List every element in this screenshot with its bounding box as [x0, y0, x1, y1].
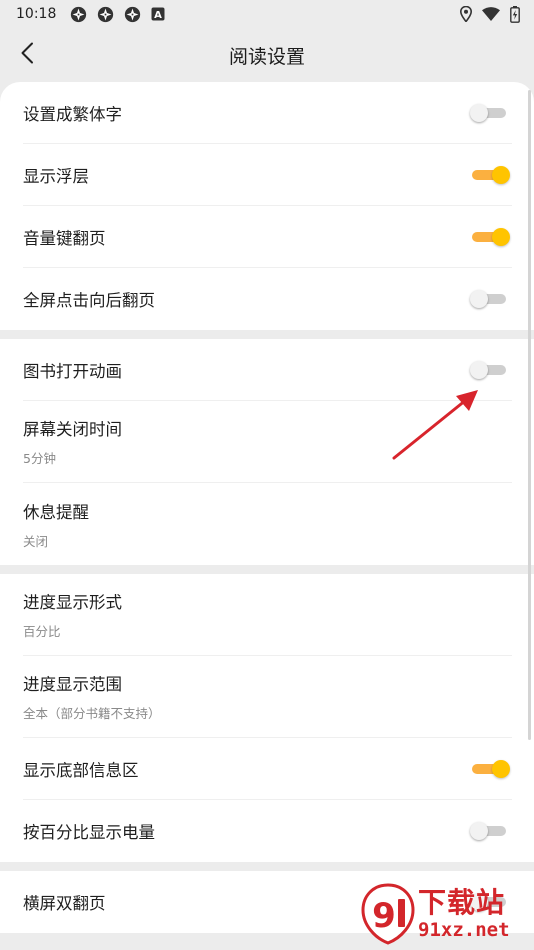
status-right: [460, 5, 520, 23]
settings-row[interactable]: 进度显示形式 百分比: [23, 574, 512, 656]
app-a-icon: A: [151, 7, 165, 21]
toggle-switch[interactable]: [472, 759, 510, 778]
toggle-knob: [470, 822, 488, 840]
settings-row[interactable]: 显示底部信息区: [23, 738, 512, 800]
chevron-left-icon: [20, 42, 34, 68]
spinner-icon: [97, 6, 114, 23]
group-divider: [0, 565, 534, 574]
toggle-knob: [470, 290, 488, 308]
settings-row-label: 屏幕关闭时间: [23, 420, 122, 439]
settings-row-label: 进度显示形式: [23, 593, 122, 612]
toggle-switch[interactable]: [472, 227, 510, 246]
watermark-logo-digits: 9: [372, 896, 396, 936]
settings-group: 进度显示形式百分比进度显示范围全本（部分书籍不支持） 显示底部信息区 按百分比显示电…: [0, 574, 534, 862]
group-divider: [0, 330, 534, 339]
watermark-cn: 下载站: [418, 886, 506, 919]
app-a-label: A: [154, 10, 162, 21]
scrollbar[interactable]: [528, 90, 531, 740]
page-title: 阅读设置: [228, 45, 305, 68]
settings-row-label: 按百分比显示电量: [23, 823, 155, 842]
settings-row-label: 进度显示范围: [23, 675, 122, 694]
toggle-knob: [492, 759, 510, 778]
status-bar: 10:18 A: [0, 0, 534, 28]
toggle-switch[interactable]: [470, 360, 506, 379]
settings-row-value: 百分比: [23, 624, 61, 639]
header: 阅读设置: [0, 28, 534, 82]
toggle-knob: [470, 103, 488, 122]
settings-row-label: 图书打开动画: [23, 361, 122, 381]
toggle-knob: [470, 360, 488, 379]
battery-icon: [510, 5, 520, 23]
settings-row[interactable]: 屏幕关闭时间 5分钟: [23, 401, 512, 483]
settings-row-label: 全屏点击向后翻页: [23, 291, 155, 310]
settings-group: 图书打开动画 屏幕关闭时间 5分钟休息提醒关闭: [0, 339, 534, 565]
toggle-knob: [492, 165, 510, 184]
settings-row-value: 全本（部分书籍不支持）: [23, 706, 161, 721]
spinner-icon: [124, 6, 141, 23]
watermark-text: 下载站 91xz.net: [418, 886, 510, 942]
toggle-switch[interactable]: [470, 103, 506, 122]
settings-row[interactable]: 设置成繁体字: [23, 82, 512, 144]
spinner-icon: [70, 6, 87, 23]
status-time: 10:18: [16, 6, 57, 22]
settings-row[interactable]: 全屏点击向后翻页: [23, 268, 512, 330]
toggle-switch[interactable]: [470, 290, 506, 308]
settings-row[interactable]: 图书打开动画: [23, 339, 512, 401]
toggle-knob: [492, 227, 510, 246]
settings-row[interactable]: 显示浮层: [23, 144, 512, 206]
status-left: 10:18 A: [16, 6, 165, 23]
settings-row[interactable]: 音量键翻页: [23, 206, 512, 268]
settings-row-label: 显示底部信息区: [23, 760, 139, 780]
toggle-switch[interactable]: [472, 165, 510, 184]
toggle-switch[interactable]: [470, 822, 506, 840]
settings-row-label: 设置成繁体字: [23, 104, 122, 124]
settings-list: 设置成繁体字 显示浮层音量键翻页全屏点击向后翻页 图书打开动画 屏幕关闭时间 5分钟休息…: [0, 82, 534, 933]
settings-row[interactable]: 休息提醒 关闭: [23, 483, 512, 565]
group-divider: [0, 862, 534, 871]
settings-row-value: 关闭: [23, 533, 49, 549]
settings-row-label: 横屏双翻页: [23, 894, 106, 913]
settings-row-label: 音量键翻页: [23, 228, 106, 248]
settings-group: 设置成繁体字 显示浮层音量键翻页全屏点击向后翻页: [0, 82, 534, 330]
settings-row[interactable]: 按百分比显示电量: [23, 800, 512, 862]
settings-row-value: 5分钟: [23, 451, 56, 466]
settings-row-label: 显示浮层: [23, 166, 89, 186]
wifi-icon: [482, 7, 500, 21]
watermark: 9 下载站 91xz.net: [360, 880, 530, 948]
back-button[interactable]: [10, 38, 44, 72]
location-icon: [460, 6, 472, 22]
settings-row-label: 休息提醒: [23, 502, 89, 522]
watermark-logo-icon: 9: [361, 883, 415, 945]
settings-row[interactable]: 进度显示范围全本（部分书籍不支持）: [23, 656, 512, 738]
watermark-url: 91xz.net: [418, 919, 510, 941]
